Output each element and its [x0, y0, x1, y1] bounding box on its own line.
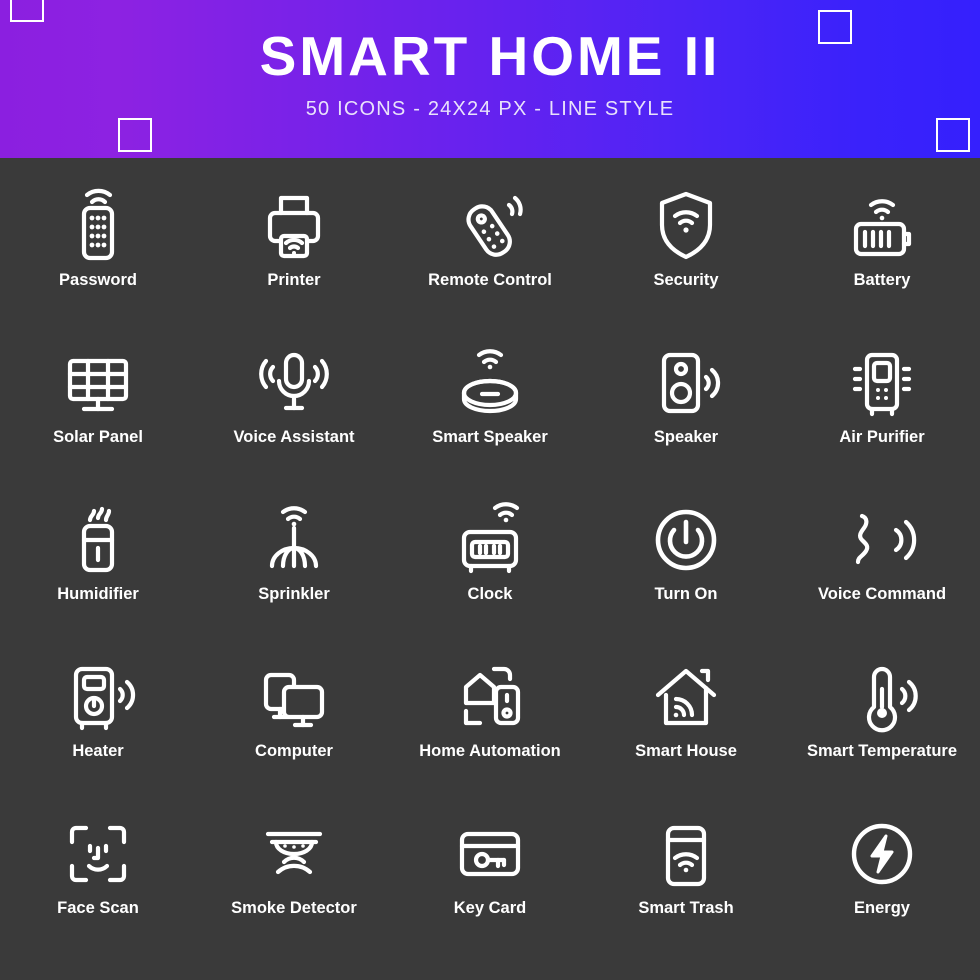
icon-label: Humidifier: [57, 585, 139, 603]
icon-label: Sprinkler: [258, 585, 330, 603]
icon-label: Computer: [255, 742, 333, 760]
icon-cell-heater[interactable]: Heater: [0, 651, 196, 808]
icon-label: Air Purifier: [839, 428, 925, 446]
key-card-icon: [444, 808, 536, 900]
icon-grid: Password Printer Remote Control Security…: [0, 158, 980, 965]
icon-label: Energy: [854, 899, 910, 917]
energy-icon: [836, 808, 928, 900]
icon-cell-smart-house[interactable]: Smart House: [588, 651, 784, 808]
icon-label: Solar Panel: [53, 428, 143, 446]
icon-label: Printer: [267, 271, 321, 289]
icon-cell-humidifier[interactable]: Humidifier: [0, 494, 196, 651]
heater-icon: [52, 651, 144, 743]
icon-cell-smart-speaker[interactable]: Smart Speaker: [392, 337, 588, 494]
security-shield-icon: [640, 180, 732, 272]
computer-icon: [248, 651, 340, 743]
icon-cell-key-card[interactable]: Key Card: [392, 808, 588, 965]
speaker-icon: [640, 337, 732, 429]
icon-cell-smart-temperature[interactable]: Smart Temperature: [784, 651, 980, 808]
clock-icon: [444, 494, 536, 586]
voice-command-icon: [836, 494, 928, 586]
corner-marker-bottom-left: [118, 118, 152, 152]
icon-cell-voice-command[interactable]: Voice Command: [784, 494, 980, 651]
icon-label: Smart House: [635, 742, 737, 760]
icon-label: Face Scan: [57, 899, 139, 917]
icon-label: Voice Command: [817, 585, 947, 603]
icon-label: Security: [653, 271, 719, 289]
icon-cell-face-scan[interactable]: Face Scan: [0, 808, 196, 965]
icon-cell-clock[interactable]: Clock: [392, 494, 588, 651]
icon-label: Password: [59, 271, 137, 289]
smart-house-icon: [640, 651, 732, 743]
icon-label: Clock: [467, 585, 513, 603]
printer-icon: [248, 180, 340, 272]
icon-label: Smart Trash: [638, 899, 734, 917]
icon-cell-turn-on[interactable]: Turn On: [588, 494, 784, 651]
icon-cell-remote-control[interactable]: Remote Control: [392, 180, 588, 337]
icon-cell-home-automation[interactable]: Home Automation: [392, 651, 588, 808]
icon-label: Home Automation: [419, 742, 561, 760]
icon-cell-air-purifier[interactable]: Air Purifier: [784, 337, 980, 494]
smart-speaker-icon: [444, 337, 536, 429]
icon-cell-speaker[interactable]: Speaker: [588, 337, 784, 494]
icon-cell-smoke-detector[interactable]: Smoke Detector: [196, 808, 392, 965]
icon-cell-smart-trash[interactable]: Smart Trash: [588, 808, 784, 965]
solar-panel-icon: [52, 337, 144, 429]
battery-icon: [836, 180, 928, 272]
icon-cell-computer[interactable]: Computer: [196, 651, 392, 808]
icon-cell-battery[interactable]: Battery: [784, 180, 980, 337]
remote-control-icon: [444, 180, 536, 272]
icon-cell-security[interactable]: Security: [588, 180, 784, 337]
voice-assistant-icon: [248, 337, 340, 429]
icon-sheet: SMART HOME II 50 ICONS - 24X24 PX - LINE…: [0, 0, 980, 980]
face-scan-icon: [52, 808, 144, 900]
icon-cell-password[interactable]: Password: [0, 180, 196, 337]
humidifier-icon: [52, 494, 144, 586]
corner-marker-bottom-right: [936, 118, 970, 152]
sprinkler-icon: [248, 494, 340, 586]
icon-cell-printer[interactable]: Printer: [196, 180, 392, 337]
icon-label: Turn On: [654, 585, 718, 603]
icon-label: Smart Speaker: [432, 428, 548, 446]
icon-cell-energy[interactable]: Energy: [784, 808, 980, 965]
icon-label: Smoke Detector: [231, 899, 357, 917]
header-banner: SMART HOME II 50 ICONS - 24X24 PX - LINE…: [0, 0, 980, 158]
icon-label: Key Card: [453, 899, 527, 917]
page-title: SMART HOME II: [259, 25, 721, 87]
icon-label: Battery: [853, 271, 911, 289]
icon-label: Smart Temperature: [806, 742, 958, 760]
icon-cell-sprinkler[interactable]: Sprinkler: [196, 494, 392, 651]
home-automation-icon: [444, 651, 536, 743]
icon-label: Remote Control: [428, 271, 552, 289]
icon-label: Voice Assistant: [233, 428, 355, 446]
smart-trash-icon: [640, 808, 732, 900]
air-purifier-icon: [836, 337, 928, 429]
password-icon: [52, 180, 144, 272]
corner-marker-top-left: [10, 0, 44, 22]
page-subtitle: 50 ICONS - 24X24 PX - LINE STYLE: [305, 98, 675, 120]
smart-temperature-icon: [836, 651, 928, 743]
icon-label: Speaker: [653, 428, 719, 446]
smoke-detector-icon: [248, 808, 340, 900]
icon-cell-voice-assistant[interactable]: Voice Assistant: [196, 337, 392, 494]
power-icon: [640, 494, 732, 586]
icon-cell-solar-panel[interactable]: Solar Panel: [0, 337, 196, 494]
icon-label: Heater: [72, 742, 124, 760]
